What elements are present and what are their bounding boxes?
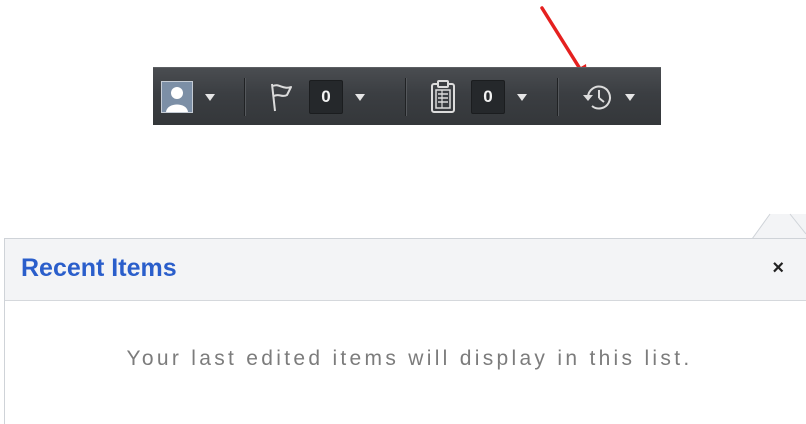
toolbar-divider	[405, 78, 406, 116]
flag-icon	[271, 83, 292, 112]
flags-menu-button[interactable]: 0	[267, 68, 365, 126]
close-icon[interactable]: ×	[772, 257, 784, 279]
chevron-down-icon	[517, 93, 527, 101]
toolbar-divider	[557, 78, 558, 116]
user-menu-button[interactable]	[161, 68, 215, 126]
history-clock-icon	[583, 85, 611, 110]
chevron-down-icon	[625, 93, 635, 101]
panel-title: Recent Items	[21, 254, 177, 282]
empty-state-message: Your last edited items will display in t…	[126, 347, 693, 370]
recent-items-button[interactable]	[581, 68, 635, 126]
panel-header: Recent Items ×	[5, 239, 806, 301]
toolbar-divider	[244, 78, 245, 116]
chevron-down-icon	[355, 93, 365, 101]
screenshot-stage: 0 0 Recent Items × Your last edited item…	[0, 0, 806, 424]
flags-count-badge: 0	[309, 80, 343, 114]
chevron-down-icon	[205, 93, 215, 101]
top-toolbar: 0 0	[153, 67, 661, 125]
recent-items-panel: Recent Items × Your last edited items wi…	[4, 238, 806, 424]
tasks-menu-button[interactable]: 0	[429, 68, 527, 126]
user-avatar-icon	[161, 81, 193, 113]
clipboard-icon	[431, 80, 455, 113]
tasks-count-badge: 0	[471, 80, 505, 114]
